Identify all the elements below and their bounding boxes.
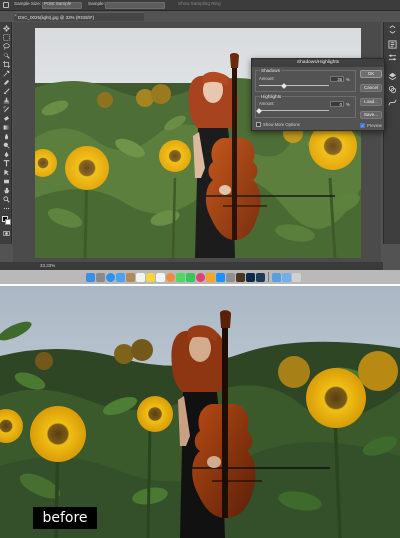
type-tool-icon[interactable] <box>3 160 10 167</box>
quick-selection-tool-icon[interactable] <box>3 52 10 59</box>
paths-panel-icon[interactable] <box>388 98 397 107</box>
photoshop-window: Sample Size: Point Sample Sample: Show S… <box>0 0 400 270</box>
blur-tool-icon[interactable] <box>3 133 10 140</box>
preview-label[interactable]: Preview <box>367 123 382 128</box>
before-photo <box>0 286 400 538</box>
layers-panel-icon[interactable] <box>388 72 397 81</box>
mail-icon[interactable] <box>116 272 125 282</box>
eyedropper-tool-icon[interactable] <box>2 70 10 77</box>
preview-checkbox[interactable]: ✓ <box>360 123 365 128</box>
hand-tool-icon[interactable] <box>3 187 10 194</box>
load-button[interactable]: Load... <box>360 98 382 106</box>
sample-label: Sample: <box>88 1 105 6</box>
highlights-amount-slider[interactable] <box>259 110 329 111</box>
highlights-amount-label: Amount: <box>259 101 275 106</box>
shadows-percent-unit: % <box>346 77 350 82</box>
marquee-tool-icon[interactable] <box>2 34 10 41</box>
close-icon[interactable]: × <box>14 13 17 19</box>
highlights-group <box>255 96 356 118</box>
zoom-tool-icon[interactable] <box>2 196 10 203</box>
more-tools-icon[interactable] <box>3 205 10 212</box>
photos-icon[interactable] <box>166 272 175 282</box>
show-more-options-label[interactable]: Show More Options <box>263 122 300 127</box>
channels-panel-icon[interactable] <box>388 85 397 94</box>
folder-icon[interactable] <box>272 272 281 282</box>
gradient-tool-icon[interactable] <box>3 124 10 131</box>
bridge-icon[interactable] <box>236 272 245 282</box>
zoom-level[interactable]: 33.33% <box>40 263 55 268</box>
dialog-title: Shadows/Highlights <box>252 59 384 67</box>
itunes-icon[interactable] <box>196 272 205 282</box>
path-selection-tool-icon[interactable] <box>3 169 10 176</box>
dodge-tool-icon[interactable] <box>3 142 10 149</box>
shadows-amount-slider[interactable] <box>259 85 329 86</box>
quick-mask-icon[interactable] <box>2 230 10 237</box>
safari-icon[interactable] <box>106 272 115 282</box>
dock-bar <box>0 270 400 284</box>
trash-icon[interactable] <box>292 272 301 282</box>
reminders-icon[interactable] <box>156 272 165 282</box>
background-color-swatch[interactable] <box>5 219 11 225</box>
shadows-highlights-dialog: Shadows/Highlights Shadows Amount: 35 % … <box>251 58 385 131</box>
original-photo <box>0 286 400 538</box>
contacts-icon[interactable] <box>126 272 135 282</box>
lasso-tool-icon[interactable] <box>2 43 10 50</box>
facetime-icon[interactable] <box>186 272 195 282</box>
panel-dock <box>383 22 400 244</box>
highlights-amount-field[interactable]: 0 <box>330 101 344 107</box>
brush-tool-icon[interactable] <box>3 88 10 95</box>
document-tab[interactable]: × DSC_0025(light).jpg @ 33% (RGB/8*) <box>14 12 144 21</box>
options-bar: Sample Size: Point Sample Sample: Show S… <box>0 0 400 11</box>
finder-icon[interactable] <box>86 272 95 282</box>
ok-button[interactable]: OK <box>360 70 382 78</box>
dock <box>86 271 392 283</box>
dock-separator <box>268 272 269 282</box>
lightroom-icon[interactable] <box>256 272 265 282</box>
highlights-percent-unit: % <box>346 102 350 107</box>
launchpad-icon[interactable] <box>96 272 105 282</box>
pen-tool-icon[interactable] <box>3 151 10 158</box>
crop-tool-icon[interactable] <box>2 61 10 68</box>
sample-select[interactable] <box>105 1 165 9</box>
system-preferences-icon[interactable] <box>226 272 235 282</box>
sample-size-value: Point Sample <box>44 1 72 6</box>
eraser-tool-icon[interactable] <box>3 115 10 122</box>
shadows-amount-label: Amount: <box>259 76 275 81</box>
status-bar: 33.33% <box>0 262 383 270</box>
tools-panel <box>0 22 12 244</box>
app-store-icon[interactable] <box>216 272 225 282</box>
ibooks-icon[interactable] <box>206 272 215 282</box>
rectangle-tool-icon[interactable] <box>3 178 10 185</box>
move-tool-icon[interactable] <box>2 25 10 32</box>
downloads-icon[interactable] <box>282 272 291 282</box>
document-title: DSC_0025(light).jpg @ 33% (RGB/8*) <box>18 14 95 20</box>
before-caption: before <box>33 507 97 529</box>
messages-icon[interactable] <box>176 272 185 282</box>
show-more-options-checkbox[interactable] <box>256 122 261 127</box>
cancel-button[interactable]: Cancel <box>360 84 382 92</box>
properties-panel-icon[interactable] <box>388 53 397 62</box>
sample-size-label: Sample Size: <box>14 1 42 6</box>
shadows-label: Shadows <box>260 68 281 73</box>
highlights-label: Highlights <box>260 93 283 99</box>
healing-brush-tool-icon[interactable] <box>3 79 10 86</box>
clone-stamp-tool-icon[interactable] <box>3 97 10 104</box>
eyedropper-icon[interactable] <box>3 2 9 8</box>
photoshop-icon[interactable] <box>246 272 255 282</box>
show-sampling-ring-label[interactable]: Show Sampling Ring <box>178 1 221 6</box>
history-panel-icon[interactable] <box>388 40 397 49</box>
collapse-panels-icon[interactable] <box>388 25 397 34</box>
shadows-amount-field[interactable]: 35 <box>330 76 344 82</box>
history-brush-tool-icon[interactable] <box>2 106 10 113</box>
save-button[interactable]: Save... <box>360 111 382 119</box>
calendar-icon[interactable] <box>136 272 145 282</box>
notes-icon[interactable] <box>146 272 155 282</box>
